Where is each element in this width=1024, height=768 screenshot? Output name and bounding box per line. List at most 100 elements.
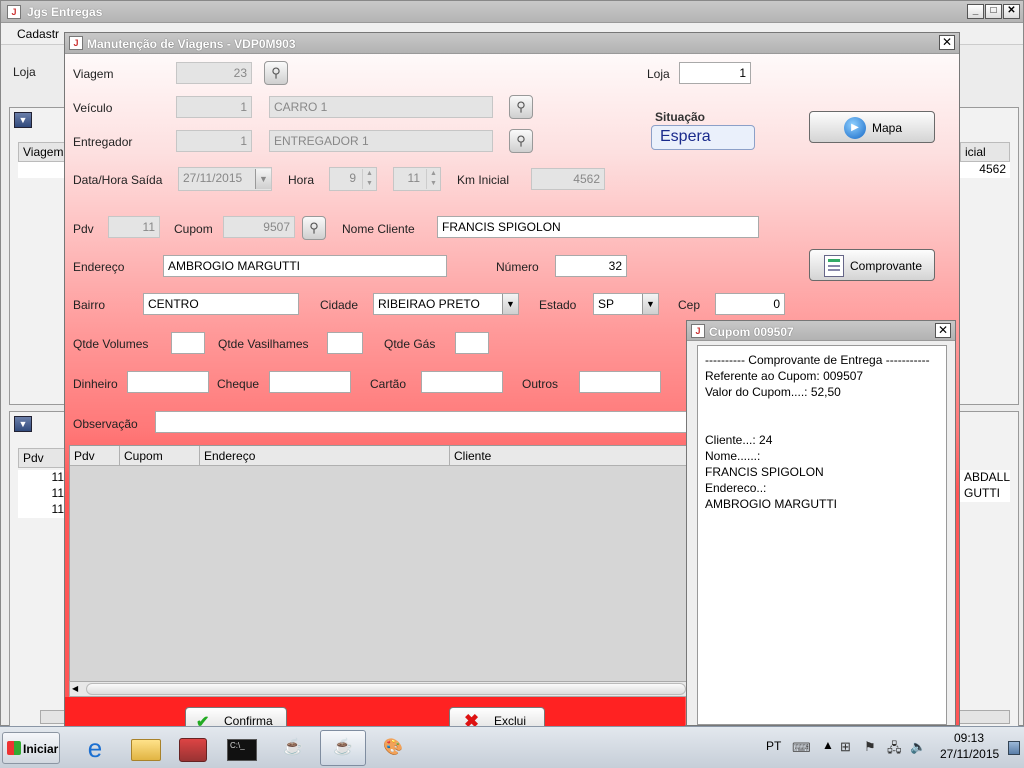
dinheiro-field[interactable]: [127, 371, 209, 393]
network-icon[interactable]: 🖧: [887, 739, 902, 761]
collapse-icon[interactable]: ▼: [14, 112, 32, 128]
chevron-down-icon[interactable]: ▼: [502, 294, 518, 314]
viagem-field[interactable]: 23: [176, 62, 252, 84]
km-inicial-field[interactable]: 4562: [531, 168, 605, 190]
action-center-icon[interactable]: ⚑: [864, 739, 876, 755]
col-km-inicial: icial: [960, 142, 1010, 162]
ie-icon[interactable]: e: [72, 730, 118, 766]
col-endereco[interactable]: Endereço: [200, 446, 450, 466]
collapse-icon[interactable]: ▼: [14, 416, 32, 432]
cmd-icon[interactable]: C:\_: [218, 730, 264, 766]
show-desktop-button[interactable]: [1008, 741, 1020, 755]
mapa-button[interactable]: ▶ Mapa: [809, 111, 935, 143]
minuto-value: 11: [407, 171, 420, 185]
dinheiro-label: Dinheiro: [73, 377, 118, 391]
numero-field[interactable]: 32: [555, 255, 627, 277]
minimize-button[interactable]: _: [967, 4, 984, 19]
search-icon[interactable]: ⚲: [264, 61, 288, 85]
cupom-label: Cupom: [174, 222, 213, 236]
chevron-down-icon[interactable]: ▼: [255, 169, 271, 189]
spinner-arrows-icon[interactable]: ▲ ▼: [426, 169, 440, 189]
veiculo-desc-field[interactable]: CARRO 1: [269, 96, 493, 118]
scroll-left-icon[interactable]: ◀: [72, 684, 78, 693]
volume-icon[interactable]: 🔈: [910, 739, 926, 755]
cep-field[interactable]: 0: [715, 293, 785, 315]
col-cliente[interactable]: Cliente: [450, 446, 696, 466]
cupom-popup: J Cupom 009507 ✕ ---------- Comprovante …: [686, 320, 956, 726]
start-button[interactable]: Iniciar: [2, 732, 60, 764]
menu-cadastro[interactable]: Cadastr: [17, 27, 59, 41]
paint-icon[interactable]: 🎨: [370, 730, 416, 766]
qtde-vasilhames-field[interactable]: [327, 332, 363, 354]
qtde-volumes-field[interactable]: [171, 332, 205, 354]
search-icon[interactable]: ⚲: [302, 216, 326, 240]
search-icon[interactable]: ⚲: [509, 95, 533, 119]
entregador-code-field[interactable]: 1: [176, 130, 252, 152]
estado-select[interactable]: SP ▼: [593, 293, 659, 315]
chevron-up-icon[interactable]: ▲: [822, 738, 834, 752]
col-pdv[interactable]: Pdv: [70, 446, 120, 466]
clock-date[interactable]: 27/11/2015: [940, 747, 999, 761]
outros-field[interactable]: [579, 371, 661, 393]
outros-label: Outros: [522, 377, 559, 391]
play-icon: ▶: [844, 117, 866, 139]
minuto-spinner[interactable]: 11 ▲ ▼: [393, 167, 441, 191]
comprovante-button[interactable]: Comprovante: [809, 249, 935, 281]
qtde-gas-field[interactable]: [455, 332, 489, 354]
spinner-arrows-icon[interactable]: ▲ ▼: [362, 169, 376, 189]
hora-label: Hora: [288, 173, 315, 187]
cidade-select[interactable]: RIBEIRAO PRETO ▼: [373, 293, 519, 315]
chevron-down-icon[interactable]: ▼: [642, 294, 658, 314]
table-row[interactable]: ABDALL: [960, 470, 1010, 486]
cheque-field[interactable]: [269, 371, 351, 393]
pdv-label: Pdv: [73, 222, 94, 236]
comprovante-text[interactable]: ---------- Comprovante de Entrega ------…: [697, 345, 947, 725]
loja-field[interactable]: 1: [679, 62, 751, 84]
pdv-field[interactable]: 11: [108, 216, 160, 238]
java-icon: J: [691, 324, 705, 338]
table-row[interactable]: 11: [18, 486, 68, 502]
close-button[interactable]: ✕: [1003, 4, 1020, 19]
cartao-field[interactable]: [421, 371, 503, 393]
search-icon[interactable]: ⚲: [509, 129, 533, 153]
table-row[interactable]: GUTTI: [960, 486, 1010, 502]
main-loja-label: Loja: [13, 65, 36, 79]
observacao-field[interactable]: [155, 411, 695, 433]
data-saida-field[interactable]: 27/11/2015 ▼: [178, 167, 272, 191]
clock-time[interactable]: 09:13: [954, 731, 984, 745]
main-titlebar: J Jgs Entregas _ □ ✕: [1, 1, 1023, 23]
km-cell[interactable]: 4562: [960, 162, 1010, 178]
maximize-button[interactable]: □: [985, 4, 1002, 19]
windows-icon: [7, 741, 21, 755]
cupons-table: Pdv Cupom Endereço Cliente: [69, 445, 697, 693]
keyboard-icon[interactable]: ⌨: [792, 740, 811, 756]
qtde-gas-label: Qtde Gás: [384, 337, 436, 351]
endereco-label: Endereço: [73, 260, 125, 274]
table-row[interactable]: [18, 162, 68, 178]
windows-flag-icon[interactable]: ⊞: [840, 739, 851, 755]
cupom-field[interactable]: 9507: [223, 216, 295, 238]
table-horizontal-scrollbar[interactable]: ◀: [69, 681, 697, 697]
entregador-desc-field[interactable]: ENTREGADOR 1: [269, 130, 493, 152]
dialog-titlebar: J Manutenção de Viagens - VDP0M903 ✕: [65, 33, 959, 54]
scroll-thumb[interactable]: [86, 683, 686, 695]
col-pdv: Pdv: [18, 448, 68, 468]
veiculo-code-field[interactable]: 1: [176, 96, 252, 118]
table-row[interactable]: 11: [18, 502, 68, 518]
nome-cliente-field[interactable]: FRANCIS SPIGOLON: [437, 216, 759, 238]
java-app-icon[interactable]: ☕: [270, 730, 316, 766]
popup-close-button[interactable]: ✕: [935, 323, 951, 338]
bairro-field[interactable]: CENTRO: [143, 293, 299, 315]
nome-cliente-label: Nome Cliente: [342, 222, 415, 236]
folder-icon[interactable]: [122, 730, 168, 766]
cidade-value: RIBEIRAO PRETO: [378, 297, 480, 311]
language-indicator[interactable]: PT: [766, 739, 781, 753]
hora-spinner[interactable]: 9 ▲ ▼: [329, 167, 377, 191]
dialog-button-bar: ✔ Confirma ✖ Exclui: [65, 697, 685, 735]
control-panel-icon[interactable]: [170, 730, 216, 766]
java-app-active-icon[interactable]: ☕: [320, 730, 366, 766]
col-cupom[interactable]: Cupom: [120, 446, 200, 466]
endereco-field[interactable]: AMBROGIO MARGUTTI: [163, 255, 447, 277]
dialog-close-button[interactable]: ✕: [939, 35, 955, 50]
table-row[interactable]: 11: [18, 470, 68, 486]
